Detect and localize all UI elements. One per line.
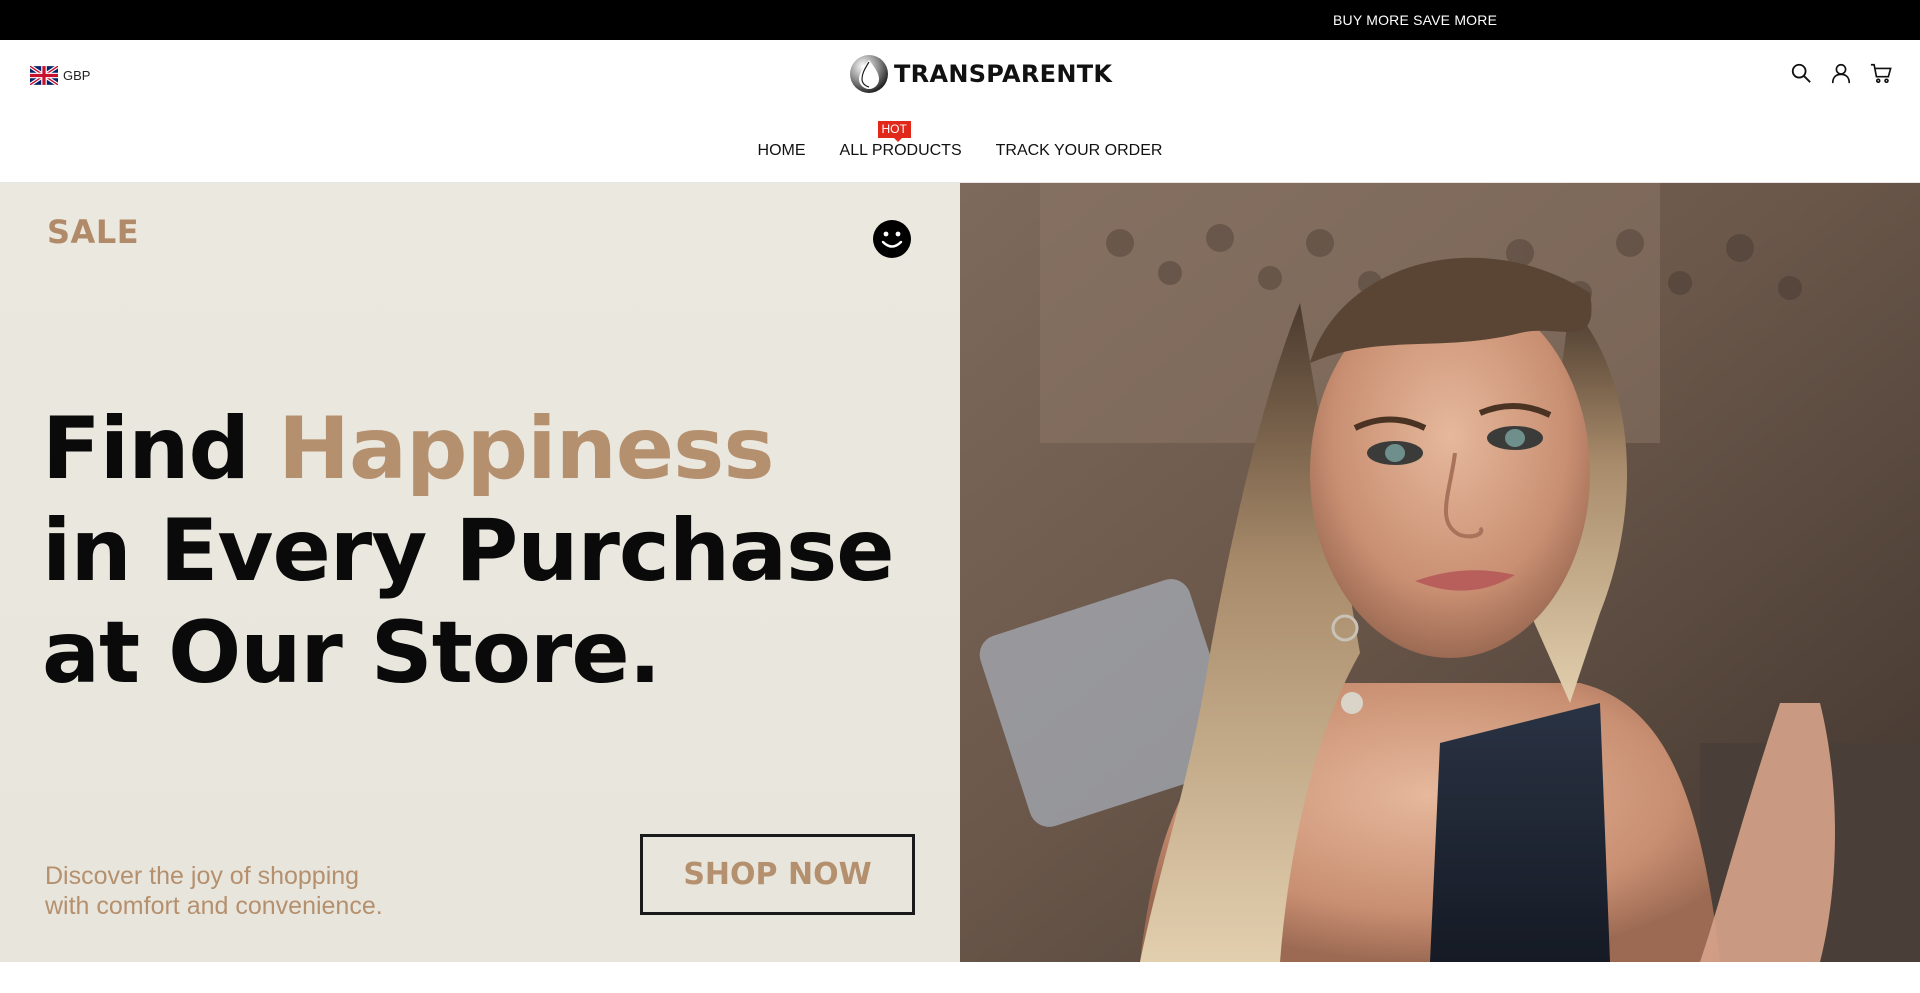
headline-line-3: at Our Store. [42, 603, 661, 703]
cart-icon[interactable] [1870, 62, 1892, 84]
site-logo[interactable]: TRANSPARENTK [848, 54, 1112, 94]
headline-line-2: in Every Purchase [42, 501, 895, 601]
hero-banner: SALE Find Happiness in Every Purchase at… [0, 183, 1920, 962]
logo-drop-icon [850, 55, 888, 93]
hero-image-panel [960, 183, 1920, 962]
logo-text: TRANSPARENTK [894, 60, 1113, 88]
header-icons [1790, 62, 1892, 84]
nav-item-label: TRACK YOUR ORDER [995, 142, 1163, 159]
hot-badge: HOT [877, 121, 911, 142]
hero-text-panel: SALE Find Happiness in Every Purchase at… [0, 183, 960, 962]
nav-item-track-order[interactable]: TRACK YOUR ORDER [996, 136, 1163, 166]
main-nav: HOME HOT ALL PRODUCTS TRACK YOUR ORDER [0, 121, 1920, 166]
nav-item-all-products[interactable]: HOT ALL PRODUCTS [839, 121, 962, 166]
search-icon[interactable] [1790, 62, 1812, 84]
headline-happiness: Happiness [277, 399, 775, 499]
currency-selector[interactable]: GBP [30, 65, 90, 85]
headline-find: Find [42, 399, 250, 499]
nav-item-label: ALL PRODUCTS [839, 142, 962, 159]
nav-item-label: HOME [757, 142, 806, 159]
model-portrait-image [960, 183, 1920, 962]
smiley-icon [873, 220, 911, 258]
currency-label: GBP [63, 67, 91, 83]
hero-headline: Find Happiness in Every Purchase at Our … [42, 398, 895, 704]
nav-item-home[interactable]: HOME [758, 136, 806, 166]
account-icon[interactable] [1830, 62, 1852, 84]
hero-subtext: Discover the joy of shopping with comfor… [45, 861, 383, 921]
sale-label: SALE [47, 213, 140, 251]
headline-line-1: Find Happiness [42, 398, 894, 500]
shop-now-button[interactable]: SHOP NOW [640, 834, 915, 915]
uk-flag-icon [30, 65, 58, 85]
announcement-bar: BUY MORE SAVE MORE [0, 0, 1920, 40]
subtext-line-2: with comfort and convenience. [45, 892, 383, 920]
announcement-text: BUY MORE SAVE MORE [1333, 12, 1498, 28]
subtext-line-1: Discover the joy of shopping [45, 862, 360, 890]
site-header: GBP TRANSPARENTK HOME HOT ALL PRODUCTS T… [0, 40, 1920, 183]
